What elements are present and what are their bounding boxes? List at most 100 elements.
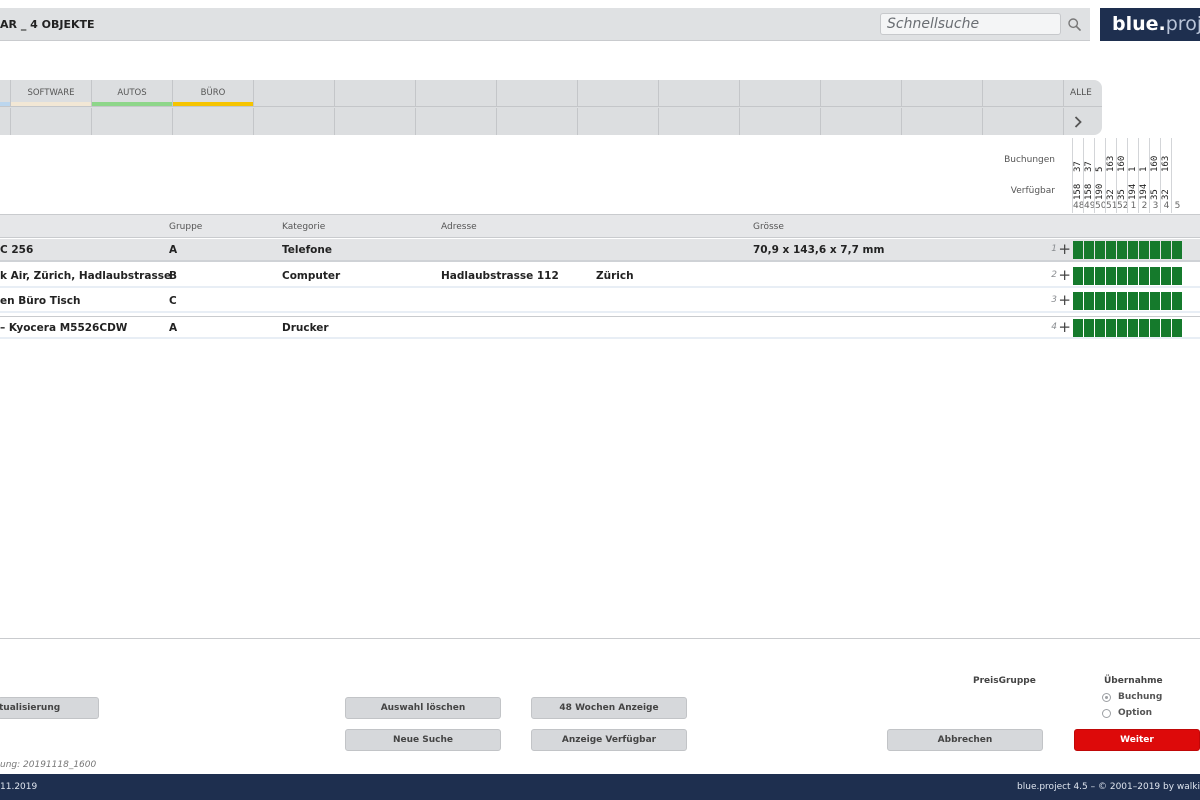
subcategory-tab[interactable] [740, 108, 821, 135]
column-header-adresse[interactable]: Adresse [441, 222, 477, 232]
add-row-button[interactable]: + [1058, 266, 1071, 284]
availability-cell[interactable] [1172, 319, 1182, 337]
search-icon [1067, 17, 1081, 31]
availability-cell[interactable] [1095, 319, 1105, 337]
calendar-week-column: 160 35 52 [1116, 138, 1128, 213]
subcategory-tab[interactable] [659, 108, 740, 135]
availability-cell[interactable] [1150, 267, 1160, 285]
subcategory-tab[interactable] [92, 108, 173, 135]
radio-option[interactable]: Option [1102, 708, 1152, 718]
search-input[interactable] [881, 14, 1060, 34]
category-tab[interactable]: SOFTWARE [11, 80, 92, 107]
availability-cell[interactable] [1150, 319, 1160, 337]
row-gruppe: A [169, 322, 178, 334]
subcategory-tab[interactable] [902, 108, 983, 135]
table-row[interactable]: C 256 A Telefone 70,9 x 143,6 x 7,7 mm 1 + [0, 239, 1200, 262]
availability-cell[interactable] [1117, 292, 1127, 310]
availability-cell[interactable] [1095, 267, 1105, 285]
table-row[interactable]: en Büro Tisch C 3 + [0, 290, 1200, 313]
subcategory-tab[interactable] [497, 108, 578, 135]
category-tab[interactable] [335, 80, 416, 107]
category-tab[interactable]: AUTOS [92, 80, 173, 107]
availability-cell[interactable] [1106, 292, 1116, 310]
availability-cell[interactable] [1172, 292, 1182, 310]
category-tab[interactable] [902, 80, 983, 107]
subcategory-tab[interactable] [254, 108, 335, 135]
availability-cell[interactable] [1128, 319, 1138, 337]
subcategory-tab[interactable] [0, 108, 11, 135]
subcategory-tab[interactable] [335, 108, 416, 135]
category-tab[interactable] [578, 80, 659, 107]
availability-cell[interactable] [1084, 319, 1094, 337]
availability-cell[interactable] [1150, 292, 1160, 310]
subcategory-tab[interactable] [416, 108, 497, 135]
availability-cell[interactable] [1106, 241, 1116, 259]
next-tabs-button[interactable] [1062, 108, 1102, 135]
subcategory-tab[interactable] [173, 108, 254, 135]
subcategory-tab[interactable] [983, 108, 1064, 135]
category-tab[interactable]: BÜRO [173, 80, 254, 107]
logo: blue.proj [1100, 8, 1200, 41]
availability-cell[interactable] [1106, 267, 1116, 285]
add-row-button[interactable]: + [1058, 240, 1071, 258]
category-tab[interactable] [821, 80, 902, 107]
table-row[interactable]: k Air, Zürich, Hadlaubstrasse B Computer Ha… [0, 265, 1200, 288]
tab-alle[interactable]: ALLE [1062, 80, 1102, 107]
availability-cell[interactable] [1084, 267, 1094, 285]
table-row[interactable]: – Kyocera M5526CDW A Drucker 4 + [0, 316, 1200, 339]
availability-cell[interactable] [1161, 319, 1171, 337]
weiter-button[interactable]: Weiter [1074, 729, 1200, 751]
availability-cell[interactable] [1117, 241, 1127, 259]
availability-cell[interactable] [1117, 267, 1127, 285]
subcategory-tab[interactable] [821, 108, 902, 135]
neue-suche-button[interactable]: Neue Suche [345, 729, 501, 751]
aktualisierung-button[interactable]: tualisierung [0, 697, 99, 719]
availability-cell[interactable] [1139, 292, 1149, 310]
subcategory-tab[interactable] [11, 108, 92, 135]
category-color-bar [173, 102, 253, 106]
availability-cell[interactable] [1117, 319, 1127, 337]
radio-unselected-icon [1102, 708, 1111, 718]
availability-cell[interactable] [1139, 241, 1149, 259]
availability-cell[interactable] [1128, 241, 1138, 259]
category-tab[interactable] [740, 80, 821, 107]
availability-cell[interactable] [1073, 267, 1083, 285]
column-header-kategorie[interactable]: Kategorie [282, 222, 325, 232]
add-row-button[interactable]: + [1058, 318, 1071, 336]
column-header-gruppe[interactable]: Gruppe [169, 222, 202, 232]
search-button[interactable] [1062, 13, 1086, 35]
radio-buchung[interactable]: Buchung [1102, 692, 1162, 702]
availability-cell[interactable] [1139, 319, 1149, 337]
availability-cell[interactable] [1106, 319, 1116, 337]
availability-cell[interactable] [1128, 267, 1138, 285]
availability-cell[interactable] [1084, 292, 1094, 310]
availability-cell[interactable] [1073, 292, 1083, 310]
category-tab[interactable] [254, 80, 335, 107]
availability-cell[interactable] [1073, 319, 1083, 337]
anzeige-verfuegbar-button[interactable]: Anzeige Verfügbar [531, 729, 687, 751]
availability-cell[interactable] [1095, 241, 1105, 259]
add-row-button[interactable]: + [1058, 291, 1071, 309]
availability-cell[interactable] [1172, 267, 1182, 285]
category-tab[interactable] [497, 80, 578, 107]
category-tab[interactable] [983, 80, 1064, 107]
availability-cell[interactable] [1161, 267, 1171, 285]
availability-cell[interactable] [1161, 292, 1171, 310]
availability-cell[interactable] [1139, 267, 1149, 285]
category-tab[interactable] [659, 80, 740, 107]
abbrechen-button[interactable]: Abbrechen [887, 729, 1043, 751]
column-header-groesse[interactable]: Grösse [753, 222, 784, 232]
category-tab[interactable] [416, 80, 497, 107]
availability-cell[interactable] [1095, 292, 1105, 310]
availability-cell[interactable] [1084, 241, 1094, 259]
availability-cell[interactable] [1172, 241, 1182, 259]
subcategory-tab[interactable] [578, 108, 659, 135]
category-tab[interactable] [0, 80, 11, 107]
availability-cell[interactable] [1161, 241, 1171, 259]
availability-cell[interactable] [1128, 292, 1138, 310]
wochen-anzeige-button[interactable]: 48 Wochen Anzeige [531, 697, 687, 719]
availability-cell[interactable] [1150, 241, 1160, 259]
auswahl-loeschen-button[interactable]: Auswahl löschen [345, 697, 501, 719]
availability-cell[interactable] [1073, 241, 1083, 259]
quick-search[interactable] [880, 13, 1061, 35]
